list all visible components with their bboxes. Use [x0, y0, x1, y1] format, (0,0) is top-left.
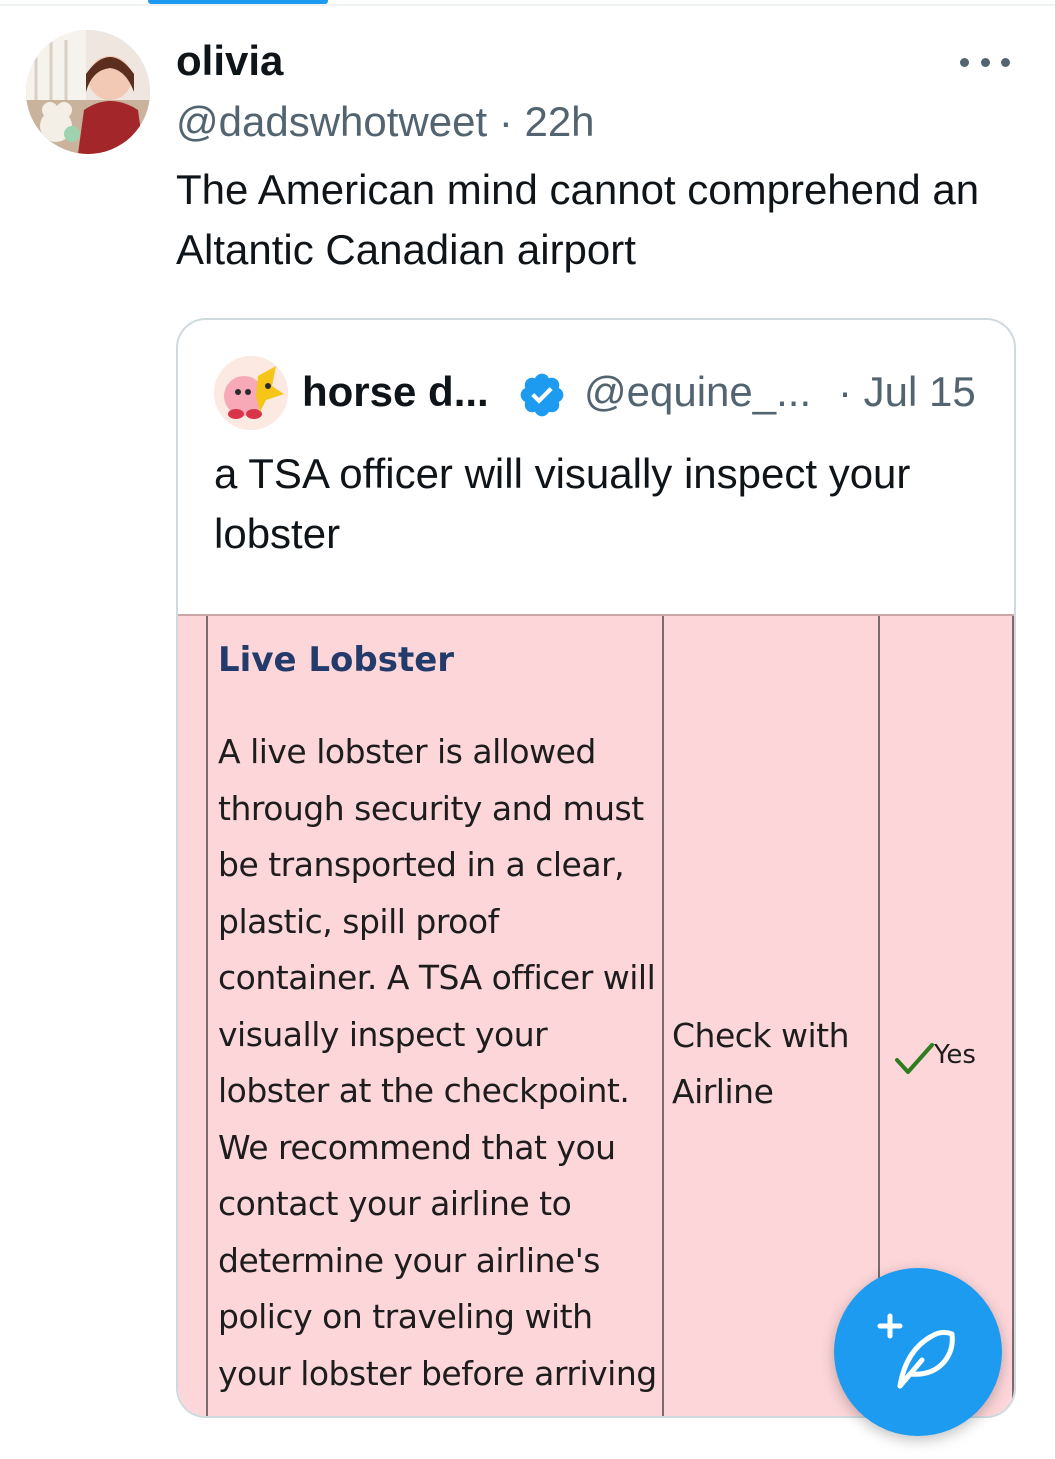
author-avatar[interactable]: [26, 30, 150, 154]
author-name[interactable]: olivia: [176, 36, 283, 86]
table-checked-label: Yes: [934, 1040, 976, 1070]
quoted-author-avatar[interactable]: [214, 356, 288, 430]
top-divider: [0, 4, 1055, 6]
more-icon[interactable]: [960, 50, 1010, 74]
more-dot: [1001, 57, 1010, 67]
verified-badge-icon: [520, 373, 564, 417]
table-carry-on-status: Check with Airline: [672, 1016, 850, 1111]
table-column-divider: [1012, 616, 1014, 1416]
quoted-author-handle[interactable]: @equine_...: [584, 366, 811, 418]
compose-post-button[interactable]: [834, 1268, 1002, 1436]
author-avatar-image: [26, 30, 150, 154]
table-item-description: A live lobster is allowed through securi…: [218, 732, 657, 1416]
table-column-divider: [662, 616, 664, 1416]
quoted-author-avatar-image: [214, 356, 288, 430]
quoted-author-name[interactable]: horse d...: [302, 366, 489, 418]
quoted-tweet-text: a TSA officer will visually inspect your…: [214, 450, 911, 557]
tweet-text: The American mind cannot comprehend an A…: [176, 166, 980, 273]
compose-post-icon: [877, 1313, 955, 1389]
author-handle-timestamp[interactable]: @dadswhotweet · 22h: [176, 96, 595, 148]
quoted-tweet-date[interactable]: · Jul 15: [838, 366, 976, 418]
table-column-divider: [206, 616, 208, 1416]
table-checked-status: Yes: [894, 1040, 976, 1076]
quoted-tweet-card[interactable]: horse d... @equine_... · Jul 15 a TSA of…: [176, 318, 1016, 1418]
active-tab-indicator: [148, 0, 328, 4]
table-item-title: Live Lobster: [218, 640, 455, 680]
more-dot: [960, 57, 969, 67]
checkmark-icon: [895, 1043, 934, 1074]
more-dot: [980, 57, 990, 67]
